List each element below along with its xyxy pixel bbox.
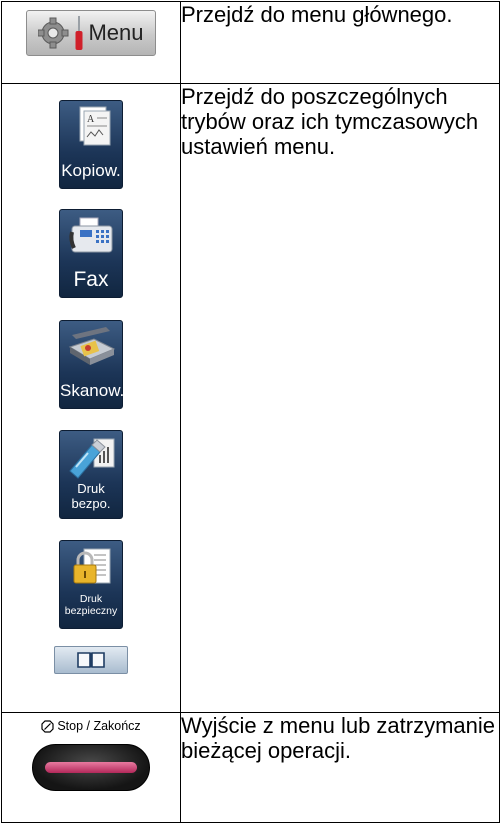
screwdriver-icon xyxy=(75,16,83,50)
fax-mode-label: Fax xyxy=(73,268,109,291)
scanner-icon xyxy=(68,327,116,365)
direct-print-label-line1: Druk xyxy=(77,481,105,496)
scan-mode-button[interactable]: Skanow. xyxy=(59,320,125,409)
copy-icon: A xyxy=(79,106,111,146)
fax-mode-button[interactable]: Fax xyxy=(59,209,123,298)
book-icon xyxy=(77,652,105,668)
stop-icon xyxy=(41,719,54,733)
secure-print-label-line1: Druk xyxy=(79,593,103,605)
stop-group: Stop / Zakończ xyxy=(2,713,180,791)
svg-text:A: A xyxy=(87,114,95,125)
row-stop: Stop / Zakończ Wyjście z menu lub zatrzy… xyxy=(1,712,500,823)
row-menu: Menu Przejdź do menu głównego. xyxy=(1,1,500,84)
stop-label: Stop / Zakończ xyxy=(57,719,141,733)
button-description-table: Menu Przejdź do menu głównego. A Kopiow. xyxy=(1,1,500,823)
modes-description: Przejdź do poszczególnych trybów oraz ic… xyxy=(180,83,500,713)
secure-print-button[interactable]: Druk bezpieczny xyxy=(59,540,123,629)
stop-button[interactable] xyxy=(32,743,150,791)
menu-button[interactable]: Menu xyxy=(26,10,156,56)
secure-print-label-line2: bezpieczny xyxy=(64,605,118,617)
menu-description: Przejdź do menu głównego. xyxy=(180,1,500,84)
scan-mode-label: Skanow. xyxy=(60,381,125,400)
copy-mode-button[interactable]: A Kopiow. xyxy=(59,100,123,189)
stop-button-light xyxy=(45,761,137,773)
menu-button-label: Menu xyxy=(88,20,144,45)
stop-description: Wyjście z menu lub zatrzymanie bieżącej … xyxy=(180,712,500,823)
icon-cell: Stop / Zakończ xyxy=(1,712,181,823)
icon-cell: Menu xyxy=(1,1,181,84)
stop-label-row: Stop / Zakończ xyxy=(41,719,141,733)
lock-icon xyxy=(73,548,111,584)
icon-cell: A Kopiow. Fax Skanow. Druk bezpo. Druk b… xyxy=(1,83,181,713)
copy-mode-label: Kopiow. xyxy=(61,161,121,180)
usb-icon xyxy=(69,438,115,479)
gear-icon xyxy=(38,17,69,49)
direct-print-button[interactable]: Druk bezpo. xyxy=(59,430,123,519)
fax-icon xyxy=(69,217,113,253)
address-book-button[interactable] xyxy=(54,646,128,674)
direct-print-label-line2: bezpo. xyxy=(71,496,111,511)
row-modes: A Kopiow. Fax Skanow. Druk bezpo. Druk b… xyxy=(1,83,500,713)
